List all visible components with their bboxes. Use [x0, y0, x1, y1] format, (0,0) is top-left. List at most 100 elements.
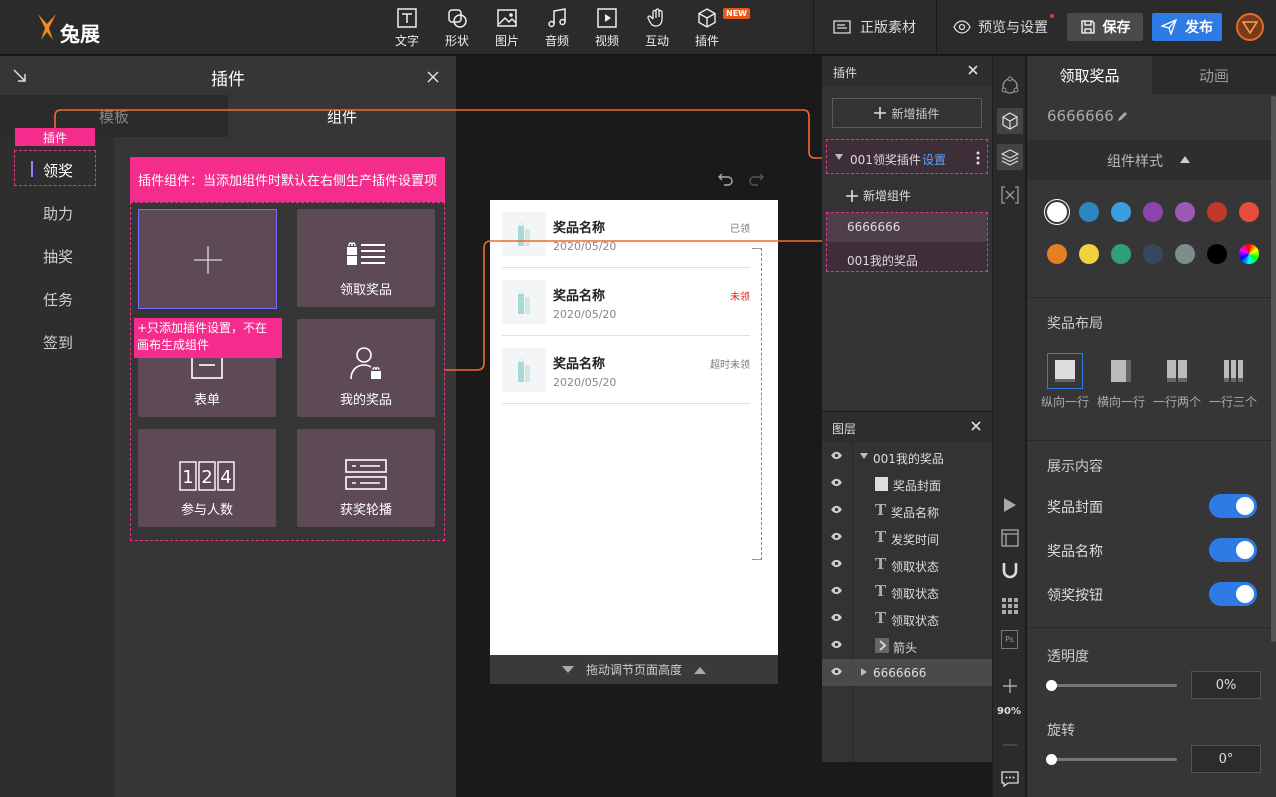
color-picker-icon[interactable] — [1239, 244, 1259, 264]
eye-icon[interactable] — [830, 505, 843, 514]
add-plugin-card[interactable] — [138, 209, 277, 309]
layer-group-row[interactable]: 6666666 — [822, 659, 992, 686]
photoshop-import-icon[interactable]: Ps — [1001, 630, 1018, 649]
layer-row[interactable]: T 发奖时间 — [822, 524, 992, 551]
page-height-handle[interactable]: 拖动调节页面高度 — [490, 655, 778, 684]
layer-row[interactable]: T 领取状态 — [822, 578, 992, 605]
category-task[interactable]: 任务 — [43, 289, 73, 310]
eye-icon[interactable] — [830, 640, 843, 649]
sync-icon[interactable] — [1000, 76, 1020, 96]
plugin-toggle[interactable] — [997, 108, 1023, 134]
rotate-input[interactable]: 0° — [1191, 745, 1261, 773]
tab-component[interactable]: 组件 — [228, 95, 456, 137]
layers-toggle[interactable] — [997, 144, 1023, 170]
category-lottery[interactable]: 抽奖 — [43, 246, 73, 267]
tool-plugin[interactable]: 插件 — [687, 7, 727, 51]
tool-image[interactable]: 图片 — [487, 7, 527, 51]
color-swatch[interactable] — [1143, 244, 1163, 264]
plugin-settings-link[interactable]: 设置 — [922, 151, 946, 168]
opacity-slider-knob[interactable] — [1046, 680, 1057, 691]
close-icon[interactable] — [426, 70, 440, 84]
redo-icon[interactable] — [748, 172, 764, 186]
color-swatch[interactable] — [1047, 244, 1067, 264]
card-participants[interactable]: 1 2 4 参与人数 — [138, 429, 276, 527]
card-winner-carousel[interactable]: 获奖轮播 — [297, 429, 435, 527]
layout-two-per-row[interactable]: 一行两个 — [1149, 353, 1205, 413]
layout-vertical-row[interactable]: 纵向一行 — [1037, 353, 1093, 413]
play-icon[interactable] — [1003, 497, 1017, 513]
card-my-prize[interactable]: 我的奖品 — [297, 319, 435, 417]
layer-row[interactable]: T 领取状态 — [822, 551, 992, 578]
color-swatch[interactable] — [1111, 202, 1131, 222]
bracket-x-icon[interactable] — [1000, 185, 1020, 205]
undo-icon[interactable] — [718, 172, 734, 186]
add-component-button[interactable]: 新增组件 — [846, 187, 911, 204]
triangle-right-icon[interactable] — [861, 668, 867, 676]
eye-icon[interactable] — [830, 613, 843, 622]
assets-button[interactable]: 正版素材 — [832, 15, 916, 39]
eye-icon[interactable] — [830, 532, 843, 541]
tool-text[interactable]: 文字 — [387, 7, 427, 51]
component-name[interactable]: 6666666 — [1047, 107, 1114, 125]
tool-interact[interactable]: 互动 — [637, 7, 677, 51]
color-swatch[interactable] — [1207, 202, 1227, 222]
close-icon[interactable] — [968, 65, 978, 75]
toggle-claim-button[interactable] — [1209, 582, 1257, 606]
layout-horizontal-row[interactable]: 横向一行 — [1093, 353, 1149, 413]
color-swatch[interactable] — [1207, 244, 1227, 264]
eye-icon[interactable] — [830, 451, 843, 460]
color-swatch[interactable] — [1047, 202, 1067, 222]
publish-button[interactable]: 发布 — [1152, 13, 1222, 41]
grid-icon[interactable] — [1001, 597, 1019, 615]
color-swatch[interactable] — [1111, 244, 1131, 264]
layer-row[interactable]: T 奖品名称 — [822, 497, 992, 524]
tab-animation[interactable]: 动画 — [1152, 56, 1276, 94]
layer-row[interactable]: 奖品封面 — [822, 470, 992, 497]
close-icon[interactable] — [971, 421, 981, 431]
more-vertical-icon[interactable] — [976, 151, 980, 165]
add-plugin-button[interactable]: 新增插件 — [832, 98, 982, 128]
opacity-slider-track[interactable] — [1051, 684, 1177, 687]
category-help[interactable]: 助力 — [43, 203, 73, 224]
layer-row[interactable]: T 领取状态 — [822, 605, 992, 632]
tool-shape[interactable]: 形状 — [437, 7, 477, 51]
eye-icon[interactable] — [830, 586, 843, 595]
color-swatch[interactable] — [1175, 244, 1195, 264]
layer-group-row[interactable]: 001我的奖品 — [822, 443, 992, 470]
zoom-out-icon[interactable] — [1002, 737, 1018, 753]
tab-claim-prize[interactable]: 领取奖品 — [1027, 56, 1152, 94]
color-swatch[interactable] — [1079, 244, 1099, 264]
category-claim-prize[interactable]: 领奖 — [43, 160, 73, 181]
prize-status[interactable]: 已领 — [730, 220, 750, 235]
layer-row[interactable]: 箭头 — [822, 632, 992, 659]
magnet-icon[interactable] — [1001, 562, 1019, 580]
tool-audio[interactable]: 音频 — [537, 7, 577, 51]
chat-icon[interactable] — [1001, 771, 1019, 787]
card-claim-prize[interactable]: 领取奖品 — [297, 209, 435, 307]
eye-icon[interactable] — [830, 478, 843, 487]
toggle-prize-cover[interactable] — [1209, 494, 1257, 518]
opacity-input[interactable]: 0% — [1191, 671, 1261, 699]
color-swatch[interactable] — [1239, 202, 1259, 222]
prize-item[interactable]: 奖品名称 2020/05/20 已领 — [502, 200, 750, 268]
phone-page[interactable]: 奖品名称 2020/05/20 已领 奖品名称 2020/05/20 未领 奖品… — [490, 200, 778, 655]
prize-item[interactable]: 奖品名称 2020/05/20 未领 — [502, 268, 750, 336]
category-checkin[interactable]: 签到 — [43, 332, 73, 353]
frame-icon[interactable] — [1001, 529, 1019, 547]
scrollbar[interactable] — [1271, 96, 1276, 642]
prize-item[interactable]: 奖品名称 2020/05/20 超时未领 — [502, 336, 750, 404]
preview-settings-button[interactable]: 预览与设置 — [953, 15, 1048, 39]
rotate-slider-track[interactable] — [1051, 758, 1177, 761]
layout-three-per-row[interactable]: 一行三个 — [1205, 353, 1261, 413]
color-swatch[interactable] — [1175, 202, 1195, 222]
color-swatch[interactable] — [1079, 202, 1099, 222]
avatar[interactable] — [1236, 13, 1264, 41]
zoom-in-icon[interactable] — [1002, 678, 1018, 694]
triangle-down-icon[interactable] — [860, 453, 868, 459]
eye-icon[interactable] — [830, 559, 843, 568]
pencil-icon[interactable] — [1117, 111, 1128, 122]
eye-icon[interactable] — [830, 667, 843, 676]
rotate-slider-knob[interactable] — [1046, 754, 1057, 765]
logo[interactable] — [34, 12, 60, 42]
save-button[interactable]: 保存 — [1067, 13, 1143, 41]
